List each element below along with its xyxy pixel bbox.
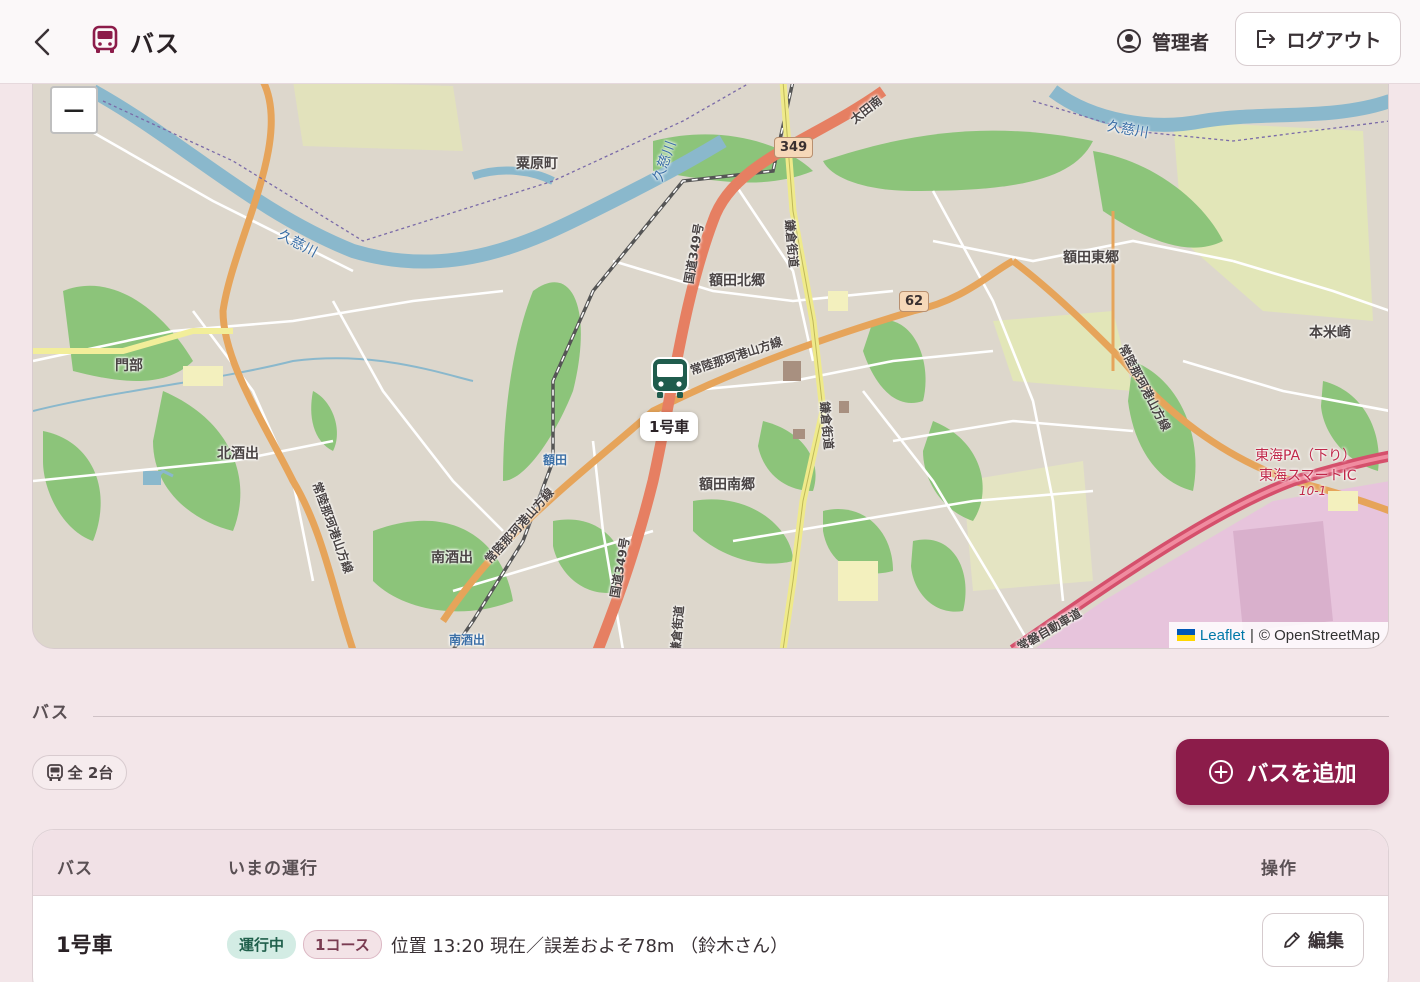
map-label-minamisakade: 南酒出 bbox=[431, 550, 473, 566]
map-label-hokugo: 額田北郷 bbox=[709, 273, 765, 289]
map-attribution: Leaflet | © OpenStreetMap bbox=[1168, 622, 1388, 648]
bus-map[interactable]: − 粟原町 額田北郷 額田東郷 本米崎 門部 北酒出 額田 額田南郷 南酒出 南… bbox=[32, 60, 1389, 649]
section-divider bbox=[93, 716, 1389, 717]
map-label-nukada-station: 額田 bbox=[543, 453, 568, 467]
map-label-kamakura-kaido-c: 鎌倉街道 bbox=[668, 605, 687, 649]
logout-label: ログアウト bbox=[1286, 29, 1382, 52]
route-62-shield: 62 bbox=[899, 291, 930, 312]
map-label-kurihara: 粟原町 bbox=[516, 156, 558, 172]
map-label-togo: 額田東郷 bbox=[1063, 250, 1119, 266]
column-header-bus: バス bbox=[57, 859, 93, 879]
edit-button[interactable]: 編集 bbox=[1262, 913, 1364, 967]
map-label-nango: 額田南郷 bbox=[699, 477, 755, 493]
pencil-icon bbox=[1284, 932, 1300, 948]
bus-marker-label: 1号車 bbox=[640, 412, 699, 441]
chevron-left-icon bbox=[34, 28, 50, 56]
route-349-shield: 349 bbox=[774, 137, 814, 158]
bus-marker-icon[interactable] bbox=[648, 356, 692, 400]
back-button[interactable] bbox=[26, 22, 58, 62]
bus-count-chip: 全 2台 bbox=[32, 755, 127, 790]
column-header-current-run: いまの運行 bbox=[228, 859, 318, 879]
map-label-motoyoneza: 本米崎 bbox=[1309, 325, 1351, 341]
bus-count-label: 全 2台 bbox=[67, 764, 114, 782]
logout-icon bbox=[1257, 30, 1276, 48]
logout-button[interactable]: ログアウト bbox=[1235, 12, 1401, 66]
map-label-minamisakade-station: 南酒出 bbox=[449, 633, 486, 647]
osm-attribution: © OpenStreetMap bbox=[1258, 626, 1380, 644]
edit-label: 編集 bbox=[1308, 931, 1344, 952]
user-name: 管理者 bbox=[1152, 31, 1210, 54]
app-header: バス 管理者 ログアウト bbox=[0, 0, 1420, 84]
attribution-separator: | bbox=[1249, 626, 1254, 644]
map-label-tokai-smart-ic: 東海スマートIC bbox=[1259, 468, 1357, 484]
map-label-kitasakade: 北酒出 bbox=[217, 446, 259, 462]
bus-icon bbox=[46, 763, 63, 781]
leaflet-link[interactable]: Leaflet bbox=[1200, 627, 1245, 644]
map-label-ic-number: 10-1 bbox=[1299, 484, 1327, 498]
table-header: バス いまの運行 操作 bbox=[33, 830, 1388, 896]
section-title: バス bbox=[32, 703, 70, 723]
add-bus-button[interactable]: バスを追加 bbox=[1176, 739, 1389, 805]
user-info: 管理者 bbox=[1116, 26, 1209, 56]
bus-table: バス いまの運行 操作 bbox=[32, 829, 1389, 982]
bus-icon bbox=[92, 25, 118, 53]
map-label-tokai-pa: 東海PA（下り） bbox=[1255, 448, 1357, 464]
plus-circle-icon bbox=[1209, 760, 1234, 784]
add-bus-label: バスを追加 bbox=[1246, 762, 1357, 787]
map-label-monbe: 門部 bbox=[115, 358, 143, 374]
column-header-actions: 操作 bbox=[1261, 859, 1297, 879]
zoom-out-button[interactable]: − bbox=[50, 86, 98, 134]
user-circle-icon bbox=[1117, 29, 1141, 53]
page-title: バス bbox=[130, 30, 180, 58]
ukraine-flag-icon bbox=[1176, 629, 1195, 641]
